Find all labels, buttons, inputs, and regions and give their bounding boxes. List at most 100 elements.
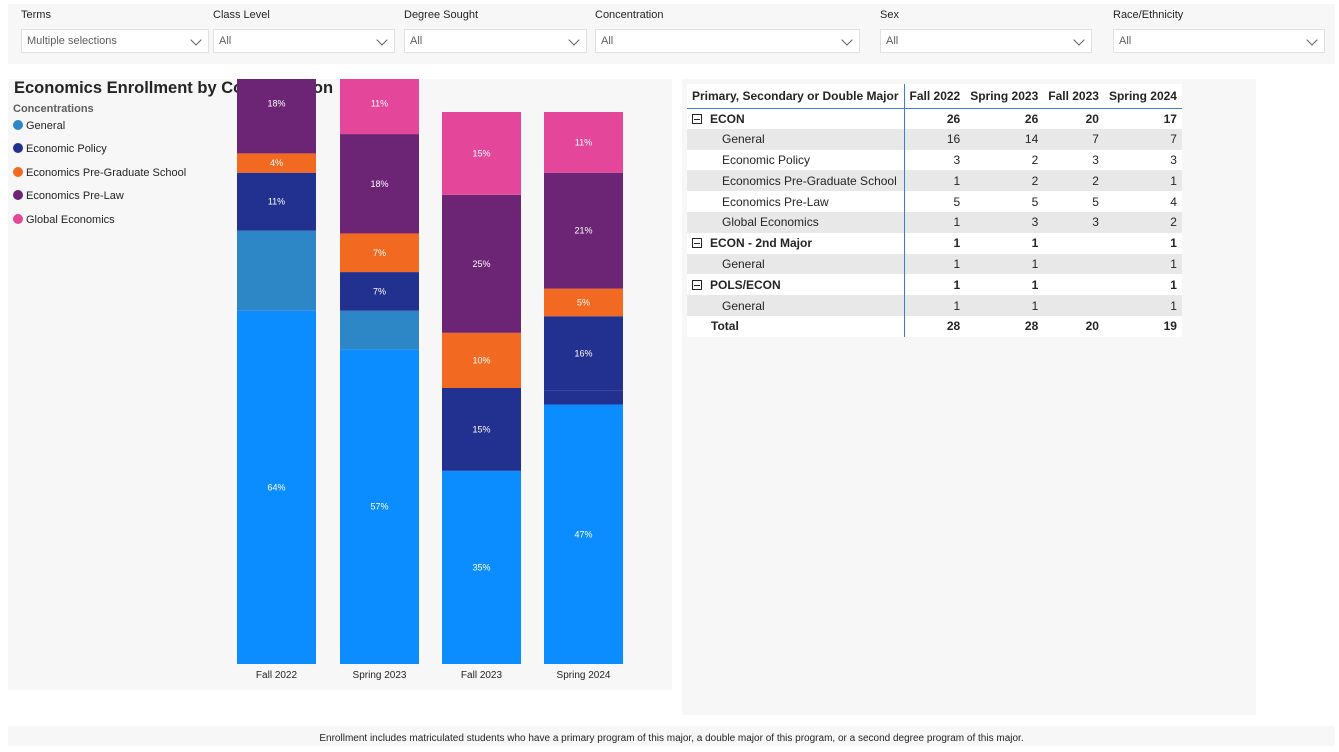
data-label: 25% bbox=[472, 259, 490, 269]
row-header-cell: ECON - 2nd Major bbox=[687, 232, 905, 254]
group-row: ECON - 2nd Major 1 1 1 bbox=[687, 232, 1182, 254]
x-tick-label: Fall 2022 bbox=[256, 670, 298, 681]
value-cell: 4 bbox=[1103, 191, 1182, 212]
group-row: POLS/ECON 1 1 1 bbox=[687, 274, 1182, 296]
collapse-icon[interactable] bbox=[692, 279, 702, 290]
chevron-down-icon bbox=[568, 34, 580, 46]
value-cell: 1 bbox=[904, 274, 966, 296]
table-row: Global Economics 1 3 3 2 bbox=[687, 211, 1182, 233]
value-cell: 1 bbox=[904, 295, 966, 316]
data-label: 35% bbox=[472, 562, 490, 572]
collapse-icon[interactable] bbox=[692, 238, 702, 249]
row-label: ECON bbox=[710, 111, 745, 126]
bar-segment[interactable] bbox=[237, 79, 316, 154]
terms-dropdown[interactable]: Multiple selections bbox=[21, 29, 209, 53]
filter-value: All bbox=[219, 35, 232, 47]
column-header[interactable]: Spring 2024 bbox=[1103, 84, 1182, 109]
value-cell: 1 bbox=[904, 232, 966, 254]
value-cell: 17 bbox=[1103, 108, 1182, 129]
value-cell: 26 bbox=[904, 108, 966, 129]
table-body: ECON 26 26 20 17 General 16 14 7 7 Economic Policy… bbox=[687, 108, 1182, 337]
bar-segment[interactable] bbox=[340, 310, 419, 350]
filter-label: Concentration bbox=[595, 9, 664, 21]
data-label: 7% bbox=[373, 286, 386, 296]
value-cell: 1 bbox=[1103, 274, 1182, 296]
table-row: General 1 1 1 bbox=[687, 253, 1182, 275]
row-label: POLS/ECON bbox=[710, 277, 781, 292]
table-header-row: Primary, Secondary or Double Major Fall … bbox=[687, 84, 1182, 109]
collapse-icon[interactable] bbox=[692, 113, 702, 124]
row-header-cell: General bbox=[687, 295, 905, 316]
value-cell bbox=[1043, 232, 1104, 254]
concentration-dropdown[interactable]: All bbox=[595, 29, 860, 53]
stacked-bar-chart: 64%11%4%18%4%Fall 202257%7%7%18%11%Sprin… bbox=[237, 79, 623, 681]
column-header[interactable]: Primary, Secondary or Double Major bbox=[687, 84, 905, 109]
race-ethnicity-dropdown[interactable]: All bbox=[1113, 29, 1325, 53]
row-label: Economics Pre-Law bbox=[722, 194, 829, 209]
row-label: Economics Pre-Graduate School bbox=[722, 173, 897, 188]
value-cell: 7 bbox=[1103, 128, 1182, 150]
data-label: 7% bbox=[373, 248, 386, 258]
value-cell: 1 bbox=[904, 170, 966, 192]
filter-label: Degree Sought bbox=[404, 9, 478, 21]
value-cell: 1 bbox=[1103, 295, 1182, 316]
filter-bar: Terms Multiple selections Class Level Al… bbox=[8, 4, 1335, 64]
value-cell: 1 bbox=[965, 253, 1044, 275]
value-cell: 3 bbox=[1043, 149, 1104, 171]
x-tick-label: Fall 2023 bbox=[461, 670, 503, 681]
class-level-dropdown[interactable]: All bbox=[213, 29, 395, 53]
chevron-down-icon bbox=[376, 34, 388, 46]
value-cell: 28 bbox=[1024, 319, 1039, 334]
value-cell: 2 bbox=[965, 149, 1044, 171]
filter-value: All bbox=[1119, 35, 1132, 47]
column-header[interactable]: Fall 2023 bbox=[1043, 84, 1104, 109]
enrollment-matrix: Primary, Secondary or Double Major Fall … bbox=[687, 84, 1182, 337]
filter-label: Sex bbox=[880, 9, 899, 21]
filter-value: All bbox=[601, 35, 614, 47]
group-row: ECON 26 26 20 17 bbox=[687, 108, 1182, 129]
chevron-down-icon bbox=[190, 34, 202, 46]
data-label: 64% bbox=[267, 482, 285, 492]
value-cell: 1 bbox=[1103, 232, 1182, 254]
value-cell: 1 bbox=[1103, 253, 1182, 275]
data-label: 11% bbox=[575, 137, 592, 147]
value-cell: 19 bbox=[1163, 319, 1177, 334]
row-header-cell: Total bbox=[687, 315, 905, 337]
data-label: 4% bbox=[270, 158, 283, 168]
filter-value: All bbox=[886, 35, 899, 47]
value-cell: 1 bbox=[965, 232, 1044, 254]
row-header-cell: Economics Pre-Law bbox=[687, 191, 905, 212]
row-header-cell: Economic Policy bbox=[687, 149, 905, 171]
value-cell: 1 bbox=[965, 295, 1044, 316]
row-label: General bbox=[722, 132, 765, 147]
footnote: Enrollment includes matriculated student… bbox=[8, 726, 1335, 746]
value-cell: 5 bbox=[904, 191, 966, 212]
table-row: Economic Policy 3 2 3 3 bbox=[687, 149, 1182, 171]
filter-label: Race/Ethnicity bbox=[1113, 9, 1184, 21]
value-cell: 2 bbox=[1103, 211, 1182, 233]
value-cell: 5 bbox=[965, 191, 1044, 212]
filter-label: Terms bbox=[21, 9, 51, 21]
row-label: General bbox=[722, 298, 765, 313]
table-row: General 1 1 1 bbox=[687, 295, 1182, 316]
value-cell: 2 bbox=[965, 170, 1044, 192]
enrollment-table-panel: Primary, Secondary or Double Major Fall … bbox=[682, 79, 1256, 715]
filter-value: All bbox=[410, 35, 423, 47]
degree-sought-dropdown[interactable]: All bbox=[404, 29, 587, 53]
column-header[interactable]: Fall 2022 bbox=[904, 84, 966, 109]
value-cell: 1 bbox=[965, 274, 1044, 296]
data-label: 10% bbox=[472, 355, 490, 365]
bar-segment[interactable] bbox=[544, 390, 623, 405]
sex-dropdown[interactable]: All bbox=[880, 29, 1092, 53]
value-cell: 3 bbox=[1103, 149, 1182, 171]
column-header[interactable]: Spring 2023 bbox=[965, 84, 1044, 109]
value-cell: 3 bbox=[904, 149, 966, 171]
bar-segment[interactable] bbox=[237, 230, 316, 311]
row-header-cell: ECON bbox=[687, 108, 905, 129]
row-label: Total bbox=[711, 319, 739, 334]
filter-value: Multiple selections bbox=[27, 35, 117, 47]
row-label: General bbox=[722, 256, 765, 271]
row-header-cell: General bbox=[687, 128, 905, 150]
data-label: 11% bbox=[268, 197, 285, 207]
value-cell: 20 bbox=[1043, 108, 1104, 129]
